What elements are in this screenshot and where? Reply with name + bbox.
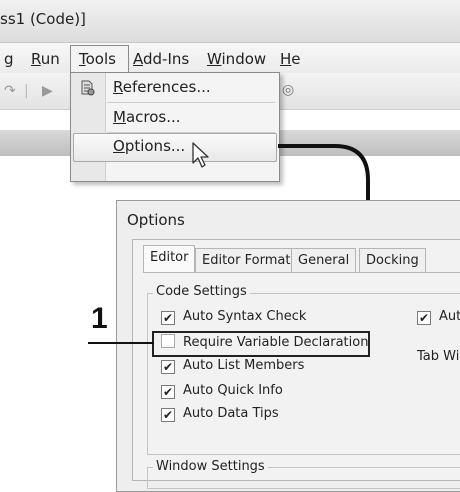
callout-number: 1	[91, 302, 108, 335]
code-settings-label: Code Settings	[153, 284, 250, 299]
checkbox-auto-indent-partial[interactable]: ✔ Aut	[417, 309, 460, 325]
checkbox-checked-icon[interactable]: ✔	[161, 311, 175, 325]
menu-debug-fragment[interactable]: g	[4, 50, 14, 68]
tab-general[interactable]: General	[291, 248, 357, 273]
checkbox-checked-icon[interactable]: ✔	[161, 408, 175, 422]
menu-add-ins[interactable]: Add-Ins	[133, 50, 189, 68]
tab-editor[interactable]: Editor	[143, 245, 196, 273]
tab-width-label: Tab Wi	[417, 349, 460, 364]
help-icon[interactable]: ◎	[282, 82, 294, 98]
tab-docking[interactable]: Docking	[359, 248, 426, 273]
checkbox-checked-icon[interactable]: ✔	[417, 311, 431, 325]
checkbox-auto-quick-info[interactable]: ✔ Auto Quick Info	[161, 383, 283, 399]
menu-item-references[interactable]: References...	[113, 78, 211, 96]
checkbox-auto-list-members[interactable]: ✔ Auto List Members	[161, 358, 304, 374]
tab-underline	[143, 272, 460, 273]
checkbox-checked-icon[interactable]: ✔	[161, 385, 175, 399]
dialog-title: Options	[127, 211, 185, 229]
menu-bar: g Run Tools Add-Ins Window He	[0, 43, 460, 74]
menu-run[interactable]: Run	[31, 50, 60, 68]
menu-item-macros[interactable]: Macros...	[113, 108, 181, 126]
window-settings-label: Window Settings	[153, 459, 268, 474]
menu-separator	[107, 132, 275, 133]
checkbox-auto-data-tips[interactable]: ✔ Auto Data Tips	[161, 406, 279, 422]
dialog-panel: Editor Editor Format General Docking Cod…	[132, 239, 460, 489]
menu-tools[interactable]: Tools	[79, 50, 116, 68]
run-icon[interactable]: ▶	[42, 83, 53, 99]
toolbar-separator: |	[24, 83, 29, 99]
redo-icon[interactable]: ↷	[4, 83, 16, 99]
checkbox-auto-syntax-check[interactable]: ✔ Auto Syntax Check	[161, 309, 306, 325]
menu-help-fragment[interactable]: He	[280, 50, 301, 68]
checkbox-checked-icon[interactable]: ✔	[161, 360, 175, 374]
callout-highlight-box	[152, 331, 370, 357]
mouse-pointer-icon	[192, 142, 209, 168]
tab-editor-format[interactable]: Editor Format	[195, 248, 298, 273]
menu-window[interactable]: Window	[207, 50, 266, 68]
menu-item-options[interactable]: Options...	[113, 137, 185, 155]
tools-dropdown-menu: References... Macros... Options...	[70, 72, 280, 182]
menu-separator	[107, 102, 275, 103]
window-title-bar: ss1 (Code)]	[0, 0, 460, 43]
window-title: ss1 (Code)]	[0, 10, 86, 28]
callout-pointer-line	[88, 342, 154, 344]
references-icon	[81, 80, 95, 96]
